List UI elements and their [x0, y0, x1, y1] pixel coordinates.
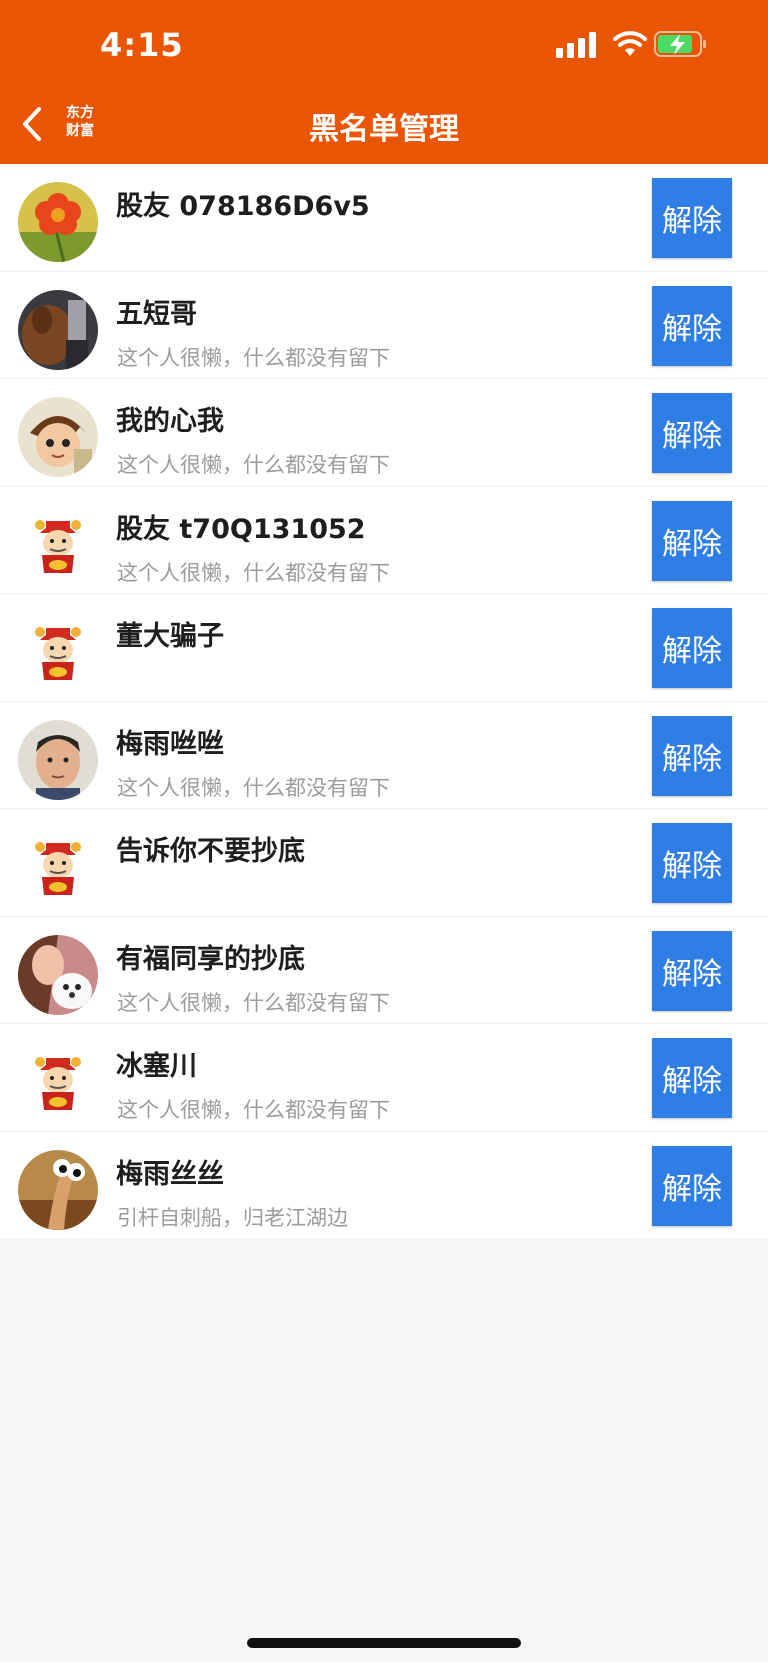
list-item: 股友 078186D6v5 解除 — [0, 164, 768, 272]
avatar — [18, 1149, 98, 1230]
user-signature: 这个人很懒，什么都没有留下 — [117, 1098, 390, 1122]
avatar — [18, 1042, 98, 1122]
user-signature: 引杆自刺船，归老江湖边 — [117, 1205, 348, 1230]
avatar — [18, 289, 98, 370]
avatar — [18, 182, 98, 262]
avatar — [18, 397, 98, 477]
user-name: 梅雨丝丝 — [116, 1158, 224, 1190]
user-signature: 这个人很懒，什么都没有留下 — [117, 453, 390, 477]
list-item: 股友 t70Q131052 这个人很懒，什么都没有留下 解除 — [0, 487, 768, 594]
avatar — [18, 719, 98, 800]
battery-charging-icon — [654, 31, 706, 57]
unblock-button[interactable]: 解除 — [652, 500, 732, 581]
user-name: 我的心我 — [116, 406, 224, 437]
list-item: 冰塞川 这个人很懒，什么都没有留下 解除 — [0, 1024, 768, 1132]
user-name: 梅雨咝咝 — [116, 728, 224, 760]
list-item: 我的心我 这个人很懒，什么都没有留下 解除 — [0, 379, 768, 487]
user-name: 有福同享的抄底 — [116, 943, 305, 975]
status-time: 4:15 — [100, 26, 184, 64]
user-name: 告诉你不要抄底 — [116, 836, 305, 867]
page-title: 黑名单管理 — [309, 112, 459, 147]
unblock-button[interactable]: 解除 — [652, 715, 732, 796]
cellular-signal-icon — [556, 32, 596, 58]
wifi-icon — [613, 31, 647, 56]
user-name: 股友 t70Q131052 — [116, 513, 366, 545]
blacklist: 股友 078186D6v5 解除 五短哥 这个人很懒，什么都没有留下 解除 我的… — [0, 164, 768, 1239]
unblock-button[interactable]: 解除 — [652, 285, 732, 366]
unblock-button[interactable]: 解除 — [652, 608, 732, 688]
user-name: 董大骗子 — [116, 621, 224, 652]
list-item: 梅雨丝丝 引杆自刺船，归老江湖边 解除 — [0, 1132, 768, 1240]
unblock-button[interactable]: 解除 — [652, 930, 732, 1011]
user-name: 股友 078186D6v5 — [116, 191, 370, 222]
home-indicator[interactable] — [247, 1638, 521, 1648]
list-item: 五短哥 这个人很懒，什么都没有留下 解除 — [0, 272, 768, 379]
nav-header: 4:15 东方 财富 黑名单管理 — [0, 0, 768, 164]
list-item: 梅雨咝咝 这个人很懒，什么都没有留下 解除 — [0, 702, 768, 809]
user-signature: 这个人很懒，什么都没有留下 — [117, 560, 390, 585]
list-item: 有福同享的抄底 这个人很懒，什么都没有留下 解除 — [0, 917, 768, 1024]
list-item: 董大骗子 解除 — [0, 594, 768, 702]
user-name: 五短哥 — [116, 298, 197, 330]
avatar — [18, 612, 98, 692]
user-signature: 这个人很懒，什么都没有留下 — [117, 990, 390, 1015]
list-item: 告诉你不要抄底 解除 — [0, 809, 768, 917]
unblock-button[interactable]: 解除 — [652, 1038, 732, 1118]
avatar — [18, 504, 98, 585]
unblock-button[interactable]: 解除 — [652, 393, 732, 473]
unblock-button[interactable]: 解除 — [652, 823, 732, 903]
avatar — [18, 934, 98, 1015]
avatar — [18, 827, 98, 907]
user-signature: 这个人很懒，什么都没有留下 — [117, 345, 390, 370]
unblock-button[interactable]: 解除 — [652, 178, 732, 258]
user-signature: 这个人很懒，什么都没有留下 — [117, 775, 390, 800]
user-name: 冰塞川 — [116, 1051, 197, 1082]
unblock-button[interactable]: 解除 — [652, 1145, 732, 1226]
